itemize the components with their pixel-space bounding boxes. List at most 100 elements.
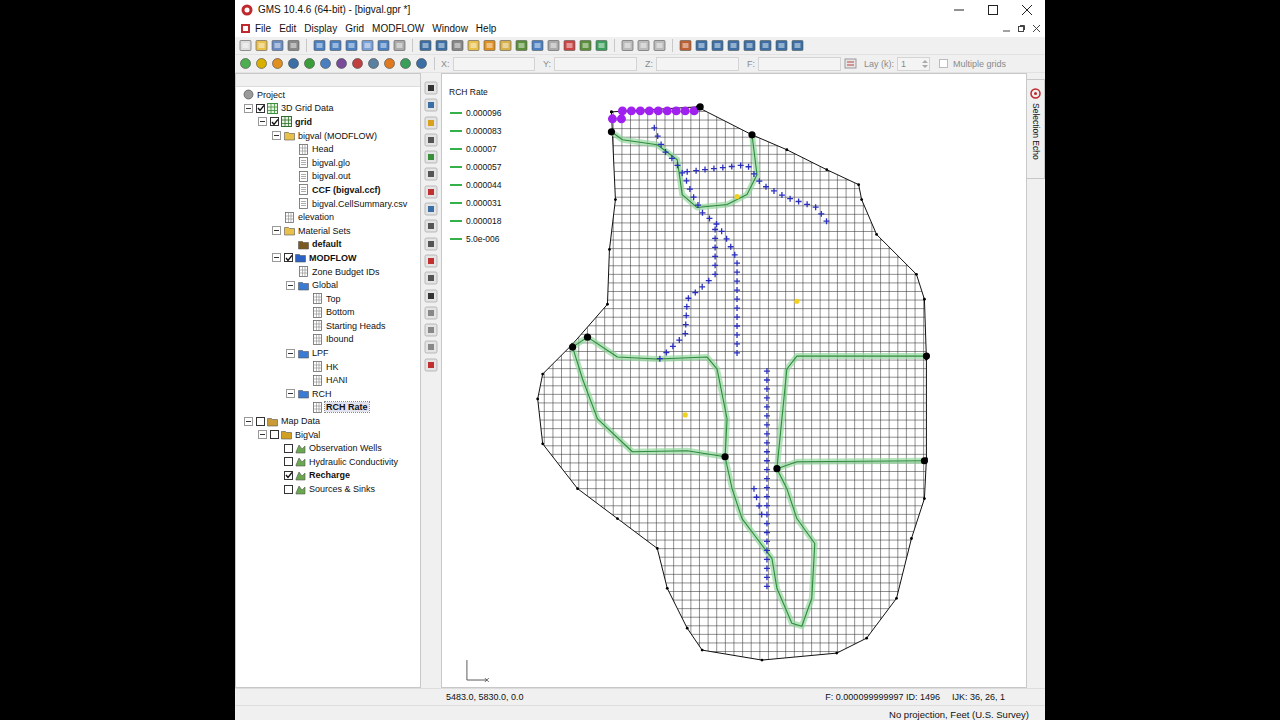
tool-icon[interactable] <box>637 39 650 52</box>
checkbox[interactable] <box>939 59 948 68</box>
minimize-icon[interactable] <box>1002 24 1011 33</box>
tool-icon[interactable] <box>399 57 412 70</box>
arc-node[interactable] <box>584 334 591 341</box>
tool-icon[interactable] <box>335 57 348 70</box>
arc-node[interactable] <box>748 131 755 138</box>
tool-icon[interactable] <box>351 57 364 70</box>
tree-checkbox[interactable] <box>256 417 265 426</box>
tool-icon[interactable] <box>424 219 438 233</box>
tool-icon[interactable] <box>424 306 438 320</box>
tool-icon[interactable] <box>287 39 300 52</box>
tree-item[interactable]: HK <box>236 360 420 374</box>
tool-icon[interactable] <box>695 39 708 52</box>
tree-item[interactable]: bigval (MODFLOW) <box>236 129 420 143</box>
tree-checkbox[interactable] <box>270 117 279 126</box>
tree-checkbox[interactable] <box>284 253 293 262</box>
tool-icon[interactable] <box>239 39 252 52</box>
close-icon[interactable] <box>1021 4 1033 16</box>
tool-icon[interactable] <box>515 39 528 52</box>
tool-icon[interactable] <box>759 39 772 52</box>
tool-icon[interactable] <box>424 133 438 147</box>
menu-item[interactable]: Grid <box>341 22 368 35</box>
menu-item[interactable]: Window <box>428 22 472 35</box>
tool-icon[interactable] <box>287 57 300 70</box>
tool-icon[interactable] <box>791 39 804 52</box>
tool-icon[interactable] <box>383 57 396 70</box>
well-point[interactable] <box>794 299 799 304</box>
model-map[interactable] <box>442 74 1026 687</box>
well-point[interactable] <box>683 412 688 417</box>
tree-item[interactable]: Sources & Sinks <box>236 482 420 496</box>
tool-icon[interactable] <box>424 81 438 95</box>
tool-icon[interactable] <box>595 39 608 52</box>
tool-icon[interactable] <box>743 39 756 52</box>
tool-icon[interactable] <box>483 39 496 52</box>
tool-icon[interactable] <box>255 39 268 52</box>
tool-icon[interactable] <box>424 289 438 303</box>
tree-item[interactable]: Zone Budget IDs <box>236 265 420 279</box>
tool-icon[interactable] <box>531 39 544 52</box>
graphics-window[interactable]: RCH Rate 0.000096 0.000083 0.00007 0.000… <box>441 73 1027 688</box>
restore-icon[interactable] <box>1017 24 1026 33</box>
tree-item[interactable]: Recharge <box>236 469 420 483</box>
collapse-icon[interactable] <box>272 253 281 262</box>
tool-icon[interactable] <box>271 57 284 70</box>
tool-icon[interactable] <box>424 202 438 216</box>
tool-icon[interactable] <box>727 39 740 52</box>
tool-icon[interactable] <box>271 39 284 52</box>
tool-icon[interactable] <box>255 57 268 70</box>
arc-node[interactable] <box>569 344 576 351</box>
tree-item[interactable]: Hydraulic Conductivity <box>236 455 420 469</box>
tool-icon[interactable] <box>239 57 252 70</box>
recharge-arc[interactable] <box>787 356 927 369</box>
tool-icon[interactable] <box>653 39 666 52</box>
tree-checkbox[interactable] <box>256 104 265 113</box>
tool-icon[interactable] <box>361 39 374 52</box>
collapse-icon[interactable] <box>286 389 295 398</box>
arc-node[interactable] <box>608 128 615 135</box>
tree-item[interactable]: default <box>236 238 420 252</box>
tree-item[interactable]: BigVal <box>236 428 420 442</box>
collapse-icon[interactable] <box>272 131 281 140</box>
collapse-icon[interactable] <box>286 349 295 358</box>
tool-icon[interactable] <box>345 39 358 52</box>
menu-item[interactable]: Display <box>300 22 341 35</box>
tree-item[interactable]: Bottom <box>236 306 420 320</box>
tree-item[interactable]: bigval.CellSummary.csv <box>236 197 420 211</box>
recharge-arc[interactable] <box>777 369 925 469</box>
collapse-icon[interactable] <box>272 226 281 235</box>
tree-item[interactable]: Material Sets <box>236 224 420 238</box>
tree-item[interactable]: RCH <box>236 387 420 401</box>
tool-icon[interactable] <box>415 57 428 70</box>
tree-item[interactable]: Global <box>236 278 420 292</box>
minimize-icon[interactable] <box>953 4 965 16</box>
tool-icon[interactable] <box>467 39 480 52</box>
tool-icon[interactable] <box>424 167 438 181</box>
spin-arrows-icon[interactable] <box>921 58 929 70</box>
tool-icon[interactable] <box>424 271 438 285</box>
close-icon[interactable] <box>1032 24 1041 33</box>
tool-icon[interactable] <box>424 98 438 112</box>
recharge-arc[interactable] <box>725 457 815 626</box>
tool-icon[interactable] <box>451 39 464 52</box>
tree-checkbox[interactable] <box>270 430 279 439</box>
tree-item[interactable]: Top <box>236 292 420 306</box>
tool-icon[interactable] <box>367 57 380 70</box>
recharge-arc[interactable] <box>611 132 757 208</box>
tree-item[interactable]: Observation Wells <box>236 441 420 455</box>
tool-icon[interactable] <box>711 39 724 52</box>
tool-icon[interactable] <box>579 39 592 52</box>
tree-item[interactable]: RCH Rate <box>236 401 420 415</box>
tool-icon[interactable] <box>424 185 438 199</box>
menu-item[interactable]: File <box>251 22 275 35</box>
tool-icon[interactable] <box>424 340 438 354</box>
panel-grip[interactable] <box>236 74 420 87</box>
projection-text[interactable]: No projection, Feet (U.S. Survey) <box>889 709 1029 720</box>
arc-node[interactable] <box>697 103 704 110</box>
arc-node[interactable] <box>923 352 930 359</box>
tree-checkbox[interactable] <box>284 485 293 494</box>
tree-checkbox[interactable] <box>284 444 293 453</box>
collapse-icon[interactable] <box>286 281 295 290</box>
multiple-grids-checkbox[interactable]: Multiple grids <box>939 59 1006 69</box>
tool-icon[interactable] <box>563 39 576 52</box>
